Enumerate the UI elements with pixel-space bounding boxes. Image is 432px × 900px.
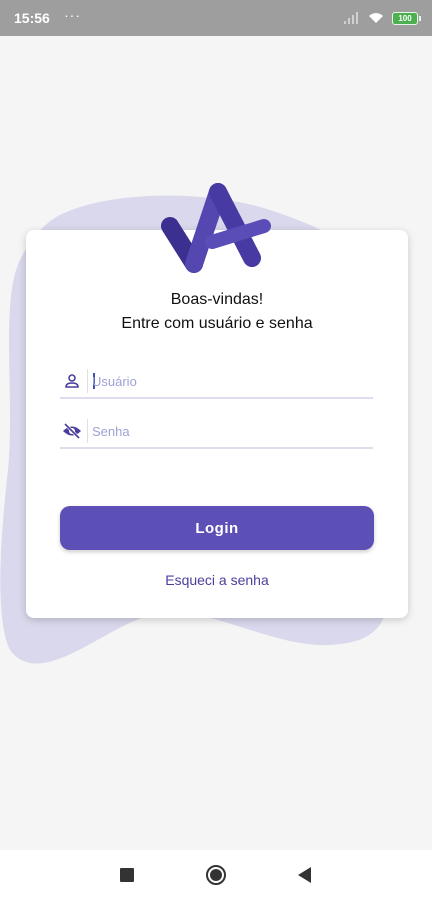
login-card: Boas-vindas! Entre com usuário e senha L… — [26, 230, 408, 618]
home-circle-icon[interactable] — [205, 864, 227, 886]
field-divider — [87, 369, 88, 393]
username-input[interactable] — [92, 369, 362, 393]
user-icon — [60, 370, 84, 392]
back-triangle-icon[interactable] — [294, 864, 316, 886]
app-logo — [161, 183, 271, 273]
forgot-password-link[interactable]: Esqueci a senha — [26, 572, 408, 588]
system-nav-bar — [0, 850, 432, 900]
greeting: Boas-vindas! Entre com usuário e senha — [26, 288, 408, 336]
password-input[interactable] — [92, 419, 362, 443]
login-button[interactable]: Login — [60, 506, 374, 550]
greeting-title: Boas-vindas! — [170, 291, 264, 308]
password-field[interactable] — [60, 417, 373, 449]
square-icon[interactable] — [116, 864, 138, 886]
eye-off-icon[interactable] — [60, 420, 84, 442]
username-field[interactable] — [60, 367, 373, 399]
greeting-subtitle: Entre com usuário e senha — [121, 315, 313, 332]
field-divider — [87, 419, 88, 443]
